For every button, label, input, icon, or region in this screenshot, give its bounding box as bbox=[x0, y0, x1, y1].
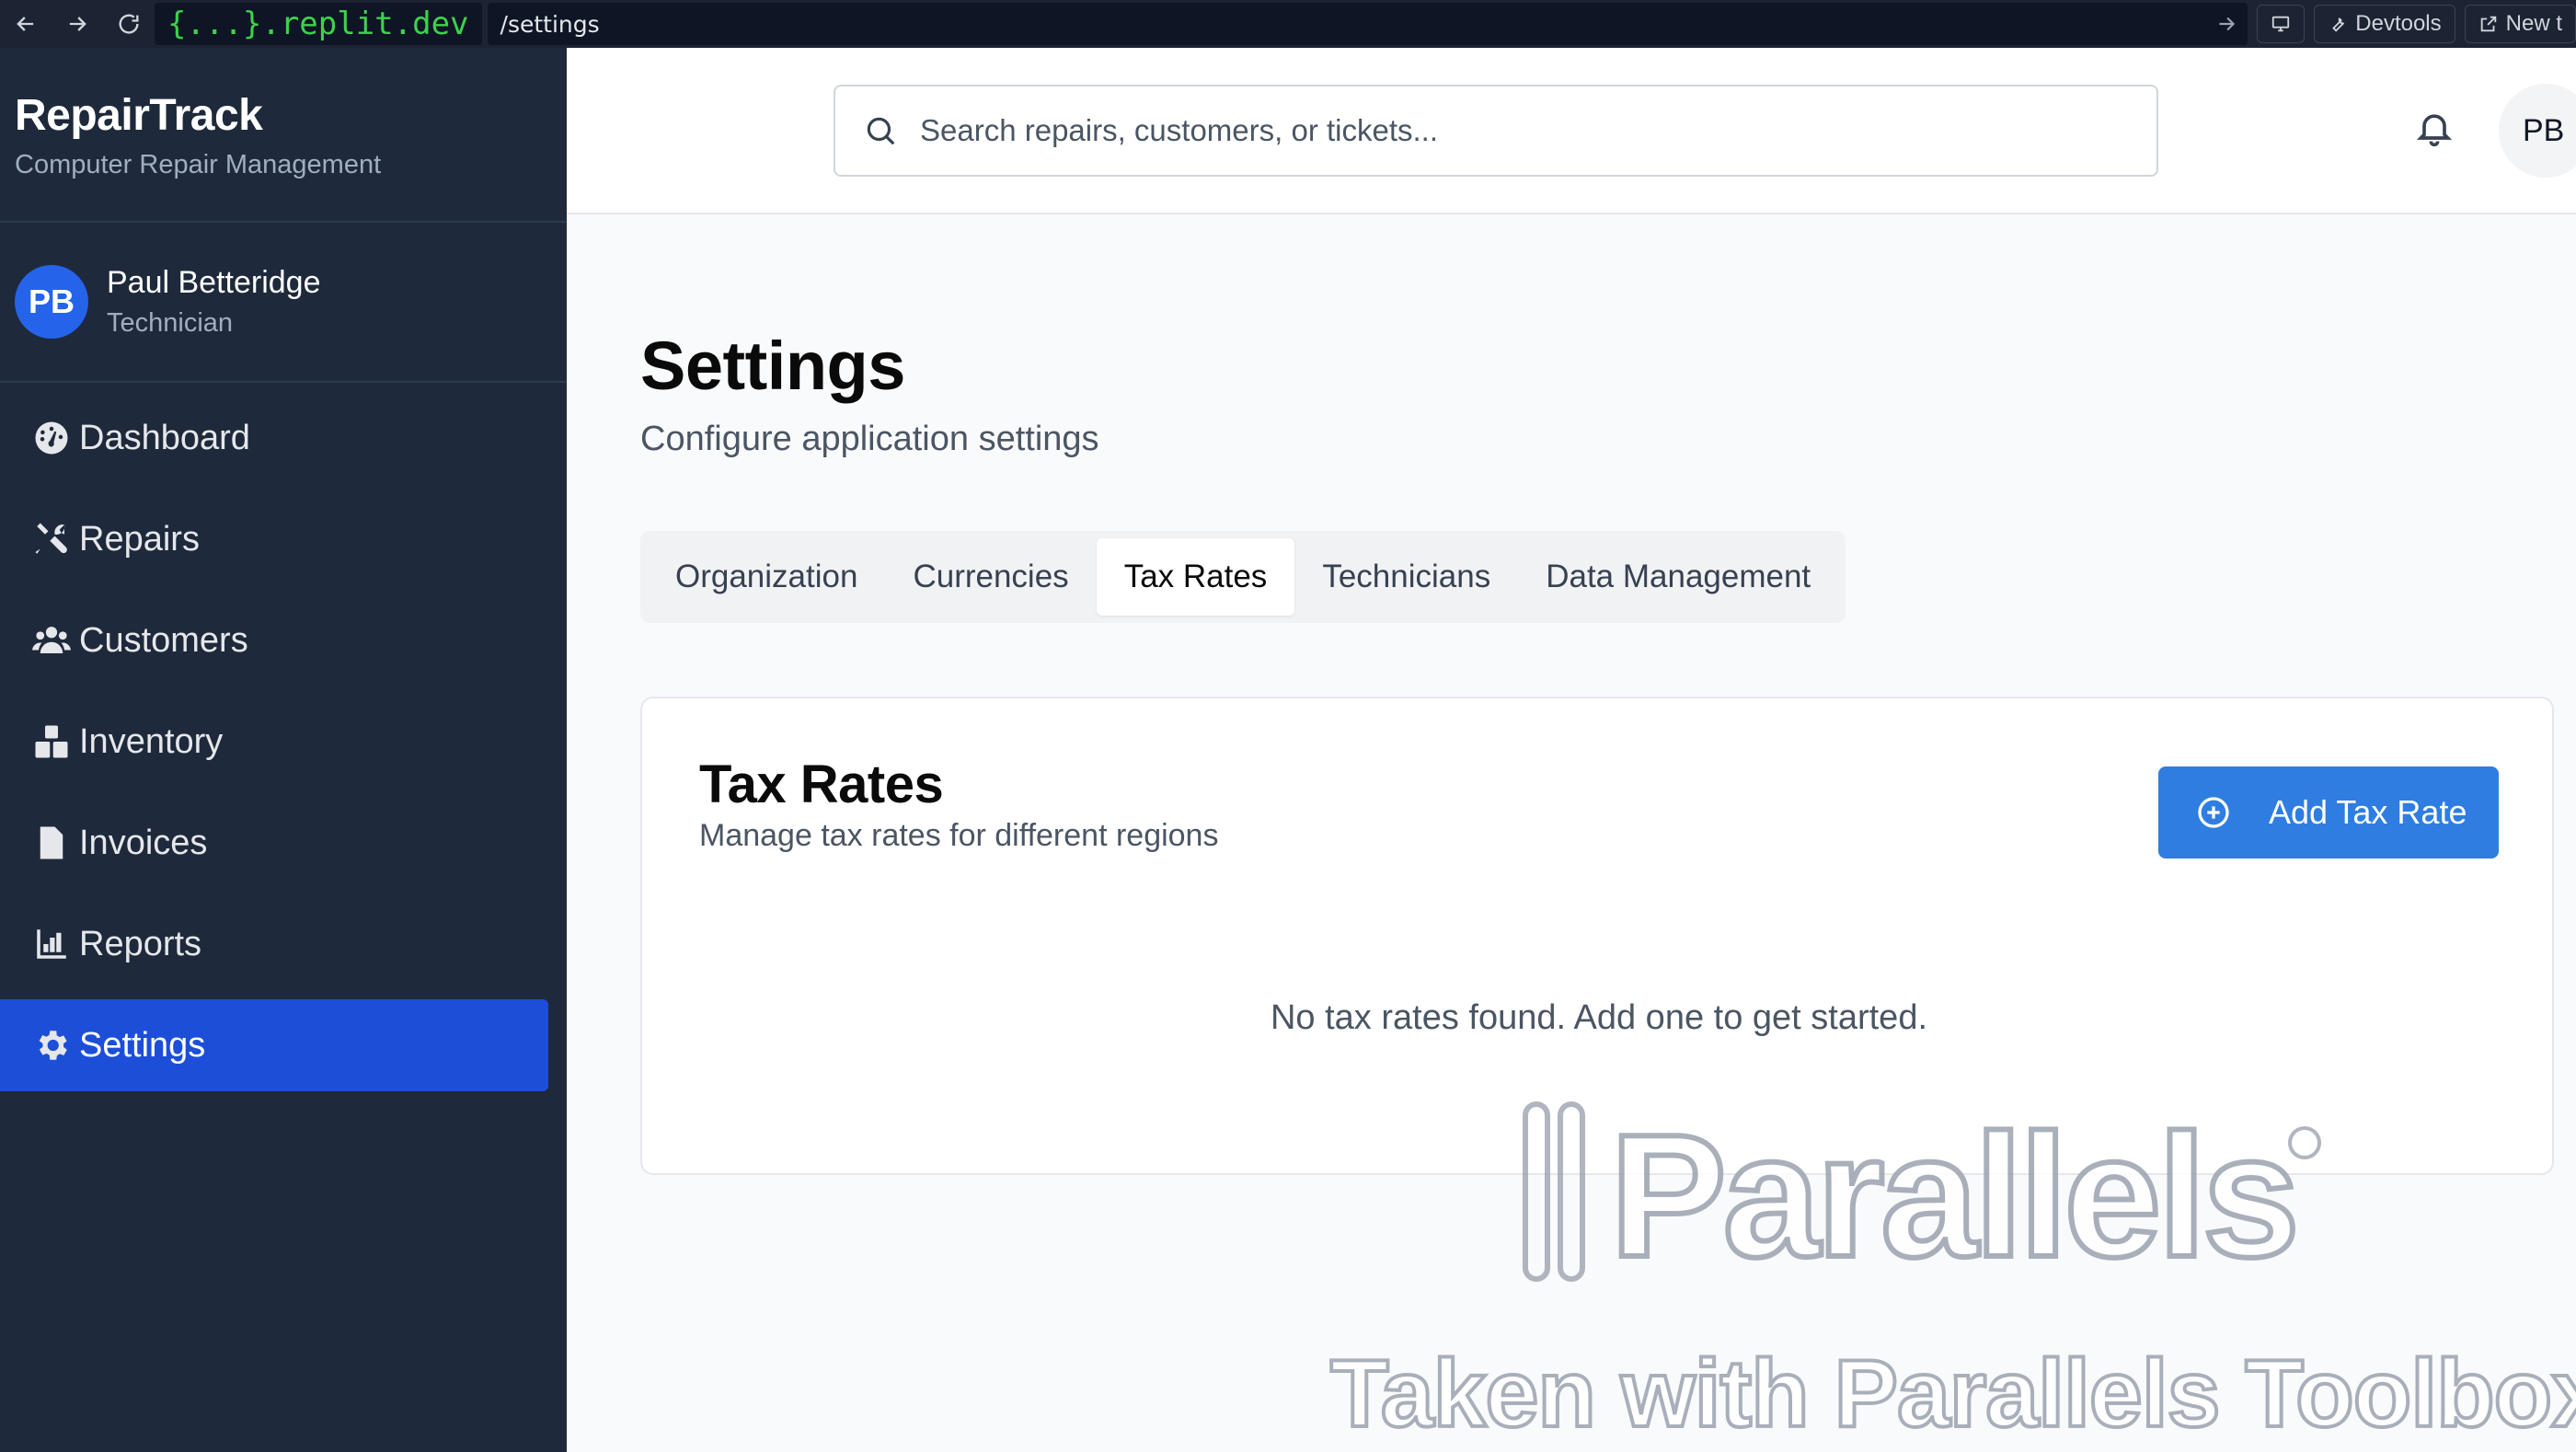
external-link-icon bbox=[2480, 16, 2496, 32]
brand-title: RepairTrack bbox=[15, 91, 263, 140]
notifications-button[interactable] bbox=[2414, 105, 2455, 151]
brand-subtitle: Computer Repair Management bbox=[15, 150, 382, 179]
brand: RepairTrack Computer Repair Management bbox=[0, 48, 567, 223]
watermark-caption: Taken with Parallels Toolbox bbox=[1328, 1339, 2576, 1449]
users-icon bbox=[31, 620, 72, 661]
empty-state-message: No tax rates found. Add one to get start… bbox=[1270, 998, 1928, 1037]
sidebar-item-label: Invoices bbox=[79, 823, 208, 862]
reload-icon[interactable] bbox=[103, 0, 155, 48]
sidebar-item-customers[interactable]: Customers bbox=[0, 594, 548, 686]
invoice-icon bbox=[31, 823, 72, 863]
forward-icon[interactable] bbox=[52, 0, 103, 48]
sidebar-item-label: Reports bbox=[79, 924, 202, 963]
tab-organization[interactable]: Organization bbox=[648, 538, 885, 616]
settings-tabs: Organization Currencies Tax Rates Techni… bbox=[640, 531, 1846, 623]
sidebar-nav: Dashboard Repairs Customers Inventory In… bbox=[0, 383, 567, 1091]
search-input[interactable] bbox=[920, 113, 2116, 148]
add-tax-rate-button[interactable]: Add Tax Rate bbox=[2158, 766, 2499, 859]
page-title: Settings bbox=[640, 328, 905, 404]
user-name: Paul Betteridge bbox=[107, 265, 321, 300]
gear-icon bbox=[31, 1025, 72, 1066]
search-icon bbox=[867, 117, 895, 145]
browser-toolbar: {...}.replit.dev /settings Devtools New … bbox=[0, 0, 2576, 48]
boxes-icon bbox=[31, 721, 72, 762]
sidebar-item-label: Settings bbox=[79, 1025, 206, 1065]
sidebar-item-settings[interactable]: Settings bbox=[0, 999, 548, 1091]
sidebar-item-label: Inventory bbox=[79, 721, 224, 761]
devtools-button[interactable]: Devtools bbox=[2314, 5, 2455, 43]
tab-currencies[interactable]: Currencies bbox=[885, 538, 1096, 616]
sidebar-item-repairs[interactable]: Repairs bbox=[0, 493, 548, 585]
url-host[interactable]: {...}.replit.dev bbox=[155, 3, 482, 45]
main-content: Settings Configure application settings … bbox=[640, 214, 2554, 1175]
bell-icon bbox=[2416, 114, 2453, 147]
new-tab-button[interactable]: New t bbox=[2464, 5, 2576, 43]
url-path: /settings bbox=[500, 10, 600, 38]
sidebar-item-dashboard[interactable]: Dashboard bbox=[0, 392, 548, 484]
card-subtitle: Manage tax rates for different regions bbox=[699, 818, 1219, 853]
monitor-icon bbox=[2272, 16, 2290, 32]
card-title: Tax Rates bbox=[699, 755, 944, 814]
user-menu-avatar[interactable]: PB bbox=[2499, 84, 2576, 178]
avatar: PB bbox=[15, 265, 88, 339]
tab-technicians[interactable]: Technicians bbox=[1294, 538, 1518, 616]
dashboard-icon bbox=[31, 418, 72, 458]
tab-data-management[interactable]: Data Management bbox=[1518, 538, 1838, 616]
search-box[interactable] bbox=[834, 85, 2158, 177]
sidebar-item-reports[interactable]: Reports bbox=[0, 898, 548, 990]
sidebar-item-label: Repairs bbox=[79, 519, 200, 559]
new-tab-label: New t bbox=[2505, 11, 2562, 36]
user-role: Technician bbox=[107, 308, 234, 338]
tab-tax-rates[interactable]: Tax Rates bbox=[1096, 538, 1295, 616]
url-bar[interactable]: /settings bbox=[487, 3, 2248, 45]
add-tax-rate-label: Add Tax Rate bbox=[2269, 793, 2467, 831]
sidebar-item-label: Customers bbox=[79, 620, 248, 660]
sidebar-item-label: Dashboard bbox=[79, 418, 250, 457]
screen-button[interactable] bbox=[2257, 5, 2306, 43]
top-header: PB bbox=[567, 48, 2576, 214]
wrench-icon bbox=[2332, 17, 2345, 32]
sidebar-item-inventory[interactable]: Inventory bbox=[0, 696, 548, 788]
parallels-logo-text: Parallels bbox=[1607, 1096, 2303, 1296]
sidebar-item-invoices[interactable]: Invoices bbox=[0, 797, 548, 889]
chart-icon bbox=[31, 924, 72, 964]
plus-circle-icon bbox=[2198, 797, 2229, 828]
tools-icon bbox=[31, 519, 72, 559]
go-arrow-icon[interactable] bbox=[2214, 12, 2238, 36]
devtools-label: Devtools bbox=[2355, 11, 2442, 36]
sidebar: RepairTrack Computer Repair Management P… bbox=[0, 48, 567, 1452]
user-profile[interactable]: PB Paul Betteridge Technician bbox=[0, 223, 567, 383]
back-icon[interactable] bbox=[0, 0, 52, 48]
page-subtitle: Configure application settings bbox=[640, 420, 1099, 458]
